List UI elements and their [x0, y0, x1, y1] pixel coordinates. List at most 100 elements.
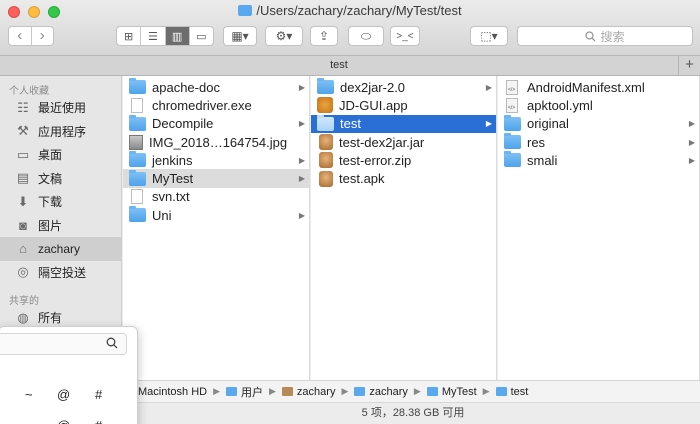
- clock-icon: ☷: [17, 99, 29, 115]
- folder-icon: [129, 151, 146, 168]
- folder-icon: [317, 78, 334, 95]
- camera-icon: ◙: [19, 217, 27, 233]
- action-menu-button[interactable]: ⚙▾: [265, 26, 303, 46]
- path-segment-mytest-4[interactable]: MyTest: [426, 385, 477, 398]
- column-view-button[interactable]: ▥: [164, 27, 189, 45]
- file-row-decompile[interactable]: Decompile ▶: [123, 114, 309, 133]
- file-row-apktool-yml[interactable]: apktool.yml: [498, 96, 699, 114]
- archive-icon: [319, 152, 333, 169]
- sidebar-item-2[interactable]: ▭ 桌面: [0, 143, 121, 167]
- tab-bar: test +: [0, 56, 700, 76]
- sidebar-item-label: 隔空投送: [38, 265, 87, 280]
- path-segment-label: MyTest: [441, 385, 477, 398]
- disclosure-arrow-icon: ▶: [485, 82, 492, 92]
- file-name: test-error.zip: [339, 152, 412, 168]
- disclosure-arrow-icon: ▶: [298, 174, 305, 184]
- file-row-original[interactable]: original ▶: [498, 114, 699, 133]
- tab-test[interactable]: test: [0, 56, 678, 75]
- view-mode-switcher: ⊞ ☰ ▥ ▭: [116, 26, 214, 46]
- file-row-smali[interactable]: smali ▶: [498, 151, 699, 169]
- file-name: res: [527, 134, 546, 150]
- file-row-svn-txt[interactable]: svn.txt: [123, 188, 309, 206]
- symbol-hash-2[interactable]: #: [95, 418, 102, 424]
- path-segment-label: Macintosh HD: [138, 385, 208, 398]
- file-row-test-error-zip[interactable]: test-error.zip: [311, 151, 496, 169]
- popover-search-field[interactable]: [0, 333, 127, 355]
- column-2: dex2jar-2.0 ▶ JD-GUI.app test ▶ test-dex2jar.…: [311, 76, 497, 380]
- file-row-uni[interactable]: Uni ▶: [123, 206, 309, 224]
- file-row-apache-doc[interactable]: apache-doc ▶: [123, 78, 309, 96]
- file-name: original: [527, 116, 569, 132]
- sidebar-item-5[interactable]: ◙ 图片: [0, 214, 121, 238]
- window-title: /Users/zachary/zachary/MyTest/test: [0, 3, 700, 18]
- group-by-button[interactable]: ▦▾: [223, 26, 257, 46]
- sidebar-item-zachary[interactable]: ⌂ zachary: [0, 237, 121, 261]
- path-separator-icon: ▶: [269, 386, 276, 396]
- search-field[interactable]: 搜索: [517, 26, 693, 46]
- document-icon: [131, 97, 143, 113]
- archive-icon: [319, 134, 333, 151]
- file-row-test-apk[interactable]: test.apk: [311, 169, 496, 187]
- document-icon: [131, 189, 143, 205]
- file-row-img-2018-164754-jpg[interactable]: IMG_2018…164754.jpg: [123, 133, 309, 151]
- sidebar-item-label: 桌面: [38, 148, 63, 163]
- file-row-test-dex2jar-jar[interactable]: test-dex2jar.jar: [311, 133, 496, 151]
- symbol-at[interactable]: @: [57, 387, 70, 402]
- terminal-button[interactable]: >_<: [390, 26, 420, 46]
- documents-icon: ▤: [16, 170, 30, 186]
- apps-icon: ⚒: [17, 123, 29, 139]
- path-segment-test-5[interactable]: test: [495, 386, 528, 398]
- sidebar-item-4[interactable]: ⬇ 下载: [0, 190, 121, 214]
- file-row-jenkins[interactable]: jenkins ▶: [123, 151, 309, 169]
- window-title-text: /Users/zachary/zachary/MyTest/test: [256, 3, 462, 18]
- disclosure-arrow-icon: ▶: [688, 137, 695, 147]
- xml-file-icon: [506, 79, 518, 95]
- file-name: apache-doc: [152, 79, 220, 95]
- share-button[interactable]: ⇪: [310, 26, 338, 46]
- path-bar: Macintosh HD ▶ 用户 ▶ zachary ▶ zachary ▶ MyTest ▶ t…: [136, 380, 700, 402]
- path-segment-label: zachary: [369, 385, 408, 398]
- sidebar-item-label: 图片: [38, 218, 63, 233]
- symbol-tilde-2[interactable]: ~: [25, 418, 33, 424]
- sidebar-item-label: 文稿: [38, 171, 63, 186]
- disclosure-arrow-icon: ▶: [688, 119, 695, 129]
- file-row-res[interactable]: res ▶: [498, 133, 699, 151]
- file-name: dex2jar-2.0: [340, 79, 406, 95]
- symbol-at-2[interactable]: @: [57, 418, 70, 424]
- archive-icon: [319, 170, 333, 187]
- file-row-jd-gui-app[interactable]: JD-GUI.app: [311, 96, 496, 114]
- icon-view-button[interactable]: ⊞: [117, 27, 140, 45]
- search-placeholder: 搜索: [600, 29, 625, 44]
- shared-header: 共享的: [9, 296, 39, 307]
- gallery-view-button[interactable]: ▭: [188, 27, 213, 45]
- tag-button[interactable]: ⬭: [348, 26, 384, 46]
- file-row-mytest[interactable]: MyTest ▶: [123, 169, 309, 188]
- path-segment-macintosh-hd-0[interactable]: Macintosh HD: [138, 386, 207, 398]
- sidebar-item-7[interactable]: ◎ 隔空投送: [0, 261, 121, 285]
- file-row-androidmanifest-xml[interactable]: AndroidManifest.xml: [498, 78, 699, 96]
- sidebar-item-1[interactable]: ⚒ 应用程序: [0, 120, 121, 144]
- folder-icon: [129, 114, 146, 131]
- file-name: IMG_2018…164754.jpg: [149, 134, 288, 150]
- dropbox-button[interactable]: ⬚▾: [470, 26, 508, 46]
- sidebar-item-0[interactable]: ☷ 最近使用: [0, 96, 121, 120]
- file-row-chromedriver-exe[interactable]: chromedriver.exe: [123, 96, 309, 114]
- back-button[interactable]: ‹: [9, 27, 31, 45]
- file-name: jenkins: [152, 152, 193, 168]
- forward-button[interactable]: ›: [30, 27, 54, 45]
- folder-icon: [504, 133, 521, 150]
- sidebar-item-3[interactable]: ▤ 文稿: [0, 167, 121, 191]
- file-row-test[interactable]: test ▶: [311, 114, 496, 133]
- symbol-tilde[interactable]: ~: [25, 387, 33, 402]
- symbol-hash[interactable]: #: [95, 387, 102, 402]
- file-name: MyTest: [152, 171, 194, 187]
- file-row-dex2jar-2-0[interactable]: dex2jar-2.0 ▶: [311, 78, 496, 96]
- folder-icon: [129, 206, 146, 223]
- path-segment-zachary-2[interactable]: zachary: [281, 386, 335, 398]
- path-segment-item-1[interactable]: 用户: [226, 384, 263, 400]
- disclosure-arrow-icon: ▶: [688, 155, 695, 165]
- path-segment-zachary-3[interactable]: zachary: [354, 386, 408, 398]
- add-tab-button[interactable]: +: [678, 56, 700, 75]
- path-segment-label: 用户: [241, 386, 263, 399]
- list-view-button[interactable]: ☰: [140, 27, 164, 45]
